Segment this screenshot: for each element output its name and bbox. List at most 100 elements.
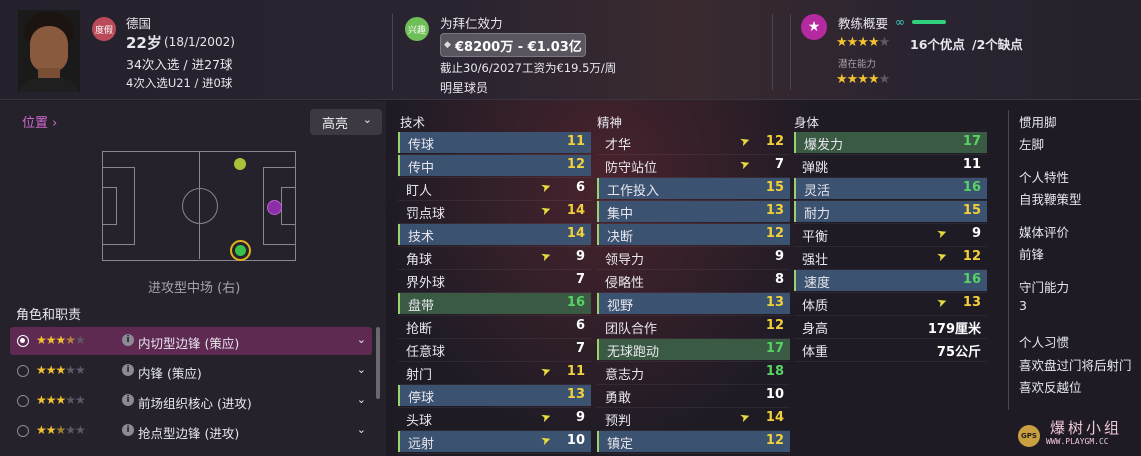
attribute-value: 75公斤 (936, 345, 981, 360)
personality-label: 个人特性 (1019, 170, 1070, 185)
attribute-row[interactable]: 体重 75公斤 (794, 339, 987, 360)
attribute-name: 体重 (802, 345, 829, 360)
attribute-row[interactable]: 决断 12 (597, 224, 790, 245)
role-radio[interactable] (17, 395, 29, 407)
attribute-row[interactable]: 领导力 9 (597, 247, 790, 268)
attribute-row[interactable]: 盯人 ➤ 6 (398, 178, 591, 199)
attribute-row[interactable]: 传球 11 (398, 132, 591, 153)
attribute-row[interactable]: 勇敢 10 (597, 385, 790, 406)
role-name: 抢点型边锋 (进攻) (138, 426, 240, 441)
interest-icon[interactable]: 兴趣 (405, 17, 429, 41)
info-icon[interactable]: i (122, 364, 134, 376)
preferred-foot-label: 惯用脚 (1019, 115, 1057, 130)
attribute-name: 领导力 (605, 253, 645, 268)
growth-arrow-icon: ➤ (538, 247, 554, 265)
info-icon[interactable]: i (122, 424, 134, 436)
attribute-name: 盘带 (408, 299, 435, 314)
attribute-name: 意志力 (605, 368, 645, 383)
role-row[interactable]: ★★★★★ i 内锋 (策应) ⌄ (10, 357, 372, 385)
coach-star-icon[interactable]: ★ (801, 14, 827, 40)
role-row[interactable]: ★★★★★ i 内切型边锋 (策应) ⌄ (10, 327, 372, 355)
role-radio[interactable] (17, 365, 29, 377)
attribute-row[interactable]: 技术 14 (398, 224, 591, 245)
attribute-value: 17 (962, 134, 981, 149)
attribute-row[interactable]: 预判 ➤ 14 (597, 408, 790, 429)
attribute-value: 13 (962, 295, 981, 310)
dropdown-label: 高亮 (322, 116, 349, 132)
attribute-row[interactable]: 界外球 7 (398, 270, 591, 291)
attribute-row[interactable]: 弹跳 11 (794, 155, 987, 176)
attribute-row[interactable]: 罚点球 ➤ 14 (398, 201, 591, 222)
position-marker-main (235, 245, 246, 256)
attribute-row[interactable]: 角球 ➤ 9 (398, 247, 591, 268)
attribute-row[interactable]: 防守站位 ➤ 7 (597, 155, 790, 176)
attribute-row[interactable]: 集中 13 (597, 201, 790, 222)
role-radio[interactable] (17, 335, 29, 347)
attribute-row[interactable]: 平衡 ➤ 9 (794, 224, 987, 245)
value-badge[interactable]: ◆ €8200万 - €1.03亿 (440, 33, 586, 57)
role-row[interactable]: ★★★★★ i 前场组织核心 (进攻) ⌄ (10, 387, 372, 415)
attribute-row[interactable]: 耐力 15 (794, 201, 987, 222)
attribute-row[interactable]: 抢断 6 (398, 316, 591, 337)
value-text: €8200万 - €1.03亿 (455, 39, 582, 55)
attribute-row[interactable]: 侵略性 8 (597, 270, 790, 291)
cons-count: /2个缺点 (972, 37, 1023, 52)
attribute-row[interactable]: 工作投入 15 (597, 178, 790, 199)
chevron-down-icon[interactable]: ⌄ (357, 423, 366, 436)
position-label: 进攻型中场 (右) (148, 281, 241, 296)
coach-report-title: 教练概要 (838, 16, 889, 31)
highlight-dropdown[interactable]: 高亮 ⌄ (310, 109, 382, 135)
role-radio[interactable] (17, 425, 29, 437)
attribute-row[interactable]: 停球 13 (398, 385, 591, 406)
attribute-row[interactable]: 团队合作 12 (597, 316, 790, 337)
attribute-row[interactable]: 才华 ➤ 12 (597, 132, 790, 153)
attribute-row[interactable]: 身高 179厘米 (794, 316, 987, 337)
chevron-down-icon[interactable]: ⌄ (357, 363, 366, 376)
attribute-row[interactable]: 灵活 16 (794, 178, 987, 199)
attribute-row[interactable]: 远射 ➤ 10 (398, 431, 591, 452)
u21-caps-label: 4次入选U21 / 进0球 (126, 76, 233, 90)
attribute-row[interactable]: 镇定 12 (597, 431, 790, 452)
attribute-row[interactable]: 头球 ➤ 9 (398, 408, 591, 429)
attribute-name: 界外球 (406, 276, 446, 291)
role-row[interactable]: ★★★★★ i 抢点型边锋 (进攻) ⌄ (10, 417, 372, 445)
status-label: 明星球员 (440, 81, 489, 95)
contract-label: 截止30/6/2027工资为€19.5万/周 (440, 61, 617, 75)
chevron-down-icon[interactable]: ⌄ (357, 333, 366, 346)
preferred-foot-value: 左脚 (1019, 137, 1045, 152)
roles-scrollbar[interactable] (376, 327, 380, 399)
site-watermark: GPS 爆树小组 WWW.PLAYGM.CC (1010, 415, 1138, 453)
leave-icon[interactable]: 度假 (92, 17, 116, 41)
attribute-row[interactable]: 无球跑动 17 (597, 339, 790, 360)
attribute-row[interactable]: 强壮 ➤ 12 (794, 247, 987, 268)
attribute-name: 集中 (607, 207, 634, 222)
role-name: 内切型边锋 (策应) (138, 336, 240, 351)
physical-title: 身体 (794, 115, 820, 130)
position-link[interactable]: 位置 › (22, 112, 57, 131)
attribute-value: 15 (765, 180, 784, 195)
attribute-value: 16 (566, 295, 585, 310)
growth-arrow-icon: ➤ (538, 362, 554, 380)
watermark-title: 爆树小组 (1050, 419, 1123, 437)
attribute-value: 10 (765, 387, 784, 402)
attribute-value: 12 (765, 134, 784, 149)
age-label: 22岁 (126, 34, 162, 52)
attribute-row[interactable]: 任意球 7 (398, 339, 591, 360)
attribute-row[interactable]: 射门 ➤ 11 (398, 362, 591, 383)
attribute-value: 7 (575, 341, 585, 356)
info-icon[interactable]: i (122, 394, 134, 406)
attribute-row[interactable]: 爆发力 17 (794, 132, 987, 153)
attribute-row[interactable]: 速度 16 (794, 270, 987, 291)
header-divider-3 (790, 14, 791, 90)
info-icon[interactable]: i (122, 334, 134, 346)
attribute-row[interactable]: 视野 13 (597, 293, 790, 314)
ability-stars: ★★★★★ (836, 35, 890, 50)
info-divider (1008, 110, 1009, 410)
attribute-row[interactable]: 盘带 16 (398, 293, 591, 314)
attribute-row[interactable]: 传中 12 (398, 155, 591, 176)
attribute-row[interactable]: 意志力 18 (597, 362, 790, 383)
attribute-row[interactable]: 体质 ➤ 13 (794, 293, 987, 314)
attribute-name: 盯人 (406, 184, 433, 199)
chevron-down-icon[interactable]: ⌄ (357, 393, 366, 406)
attribute-name: 平衡 (802, 230, 829, 245)
